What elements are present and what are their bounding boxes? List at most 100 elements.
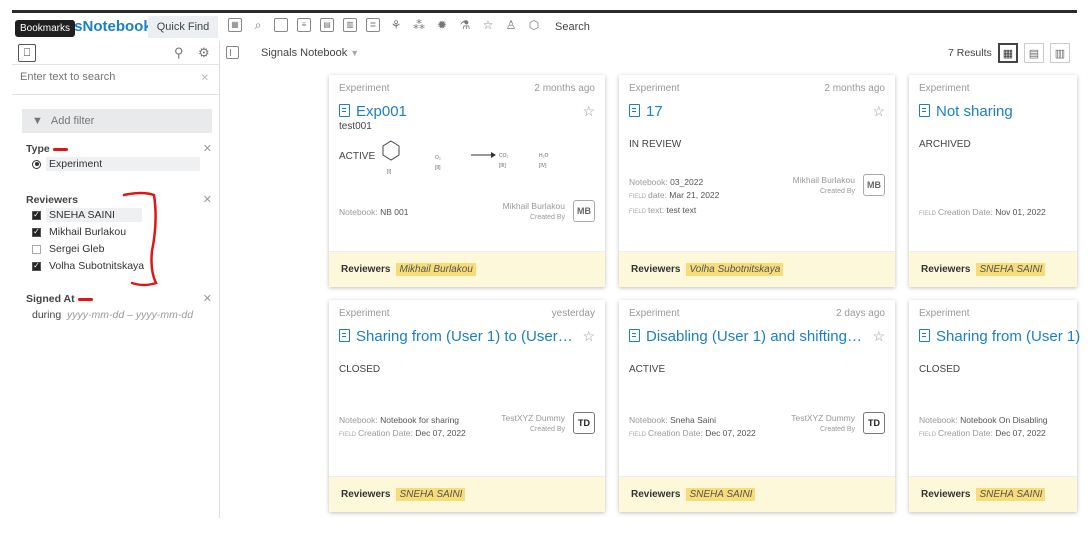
experiment-icon[interactable]: ≡ bbox=[297, 18, 311, 32]
card-title[interactable]: Not sharing bbox=[919, 103, 1091, 120]
checkbox[interactable] bbox=[32, 244, 41, 254]
card-meta: Notebook: NB 001 bbox=[339, 207, 409, 217]
sidebar-search: ✕ bbox=[12, 65, 219, 95]
experiment-card[interactable]: Experiment Not sharing ARCHIVED FIELD Creati… bbox=[909, 75, 1077, 287]
notebook-icon[interactable] bbox=[274, 18, 288, 32]
card-type: Experiment bbox=[629, 83, 680, 94]
clear-signed-at-icon[interactable]: ✕ bbox=[203, 292, 212, 305]
date-range[interactable]: during yyyy-mm-dd – yyyy-mm-dd bbox=[32, 309, 206, 321]
type-option-experiment[interactable]: Experiment bbox=[32, 156, 206, 172]
experiment-card[interactable]: Experiment Sharing from (User 1) CLOSED Not… bbox=[909, 300, 1080, 512]
card-status: ARCHIVED bbox=[919, 139, 971, 150]
notebook-entry-icon bbox=[919, 329, 930, 342]
annotation-mark bbox=[77, 297, 93, 301]
table-icon[interactable]: ▥ bbox=[343, 18, 357, 32]
app-brand[interactable]: lsNotebook bbox=[70, 18, 152, 35]
filter-icon: ▼ bbox=[32, 115, 43, 127]
clear-type-filter-icon[interactable]: ✕ bbox=[203, 142, 212, 155]
add-filter-button[interactable]: ▼ Add filter bbox=[22, 109, 212, 133]
star-icon[interactable]: ☆ bbox=[481, 18, 495, 32]
experiment-card[interactable]: Experiment yesterday Sharing from (User 1)… bbox=[329, 300, 605, 512]
content-header: Signals Notebook ▼ 7 Results ▦ ▤ ▥ bbox=[220, 41, 1077, 65]
quick-find-button[interactable]: Quick Find bbox=[148, 16, 218, 38]
gear-icon[interactable]: ⚙ bbox=[198, 45, 210, 61]
type-filter-title: Type ✕ bbox=[26, 143, 212, 155]
grid-view-button[interactable]: ▦ bbox=[998, 43, 1018, 63]
reviewer-option[interactable]: ✓ Mikhail Burlakou bbox=[32, 224, 206, 240]
card-meta: FIELD Creation Date: Nov 01, 2022 bbox=[919, 207, 1046, 217]
broom-icon[interactable]: ⚲ bbox=[174, 45, 184, 61]
sidebar-header: ⎕ ⚲ ⚙ bbox=[12, 41, 219, 65]
card-modified: 2 months ago bbox=[824, 83, 885, 94]
table-view-button[interactable]: ▥ bbox=[1050, 43, 1070, 63]
avatar[interactable]: MB bbox=[573, 200, 595, 222]
search-link[interactable]: Search bbox=[555, 21, 590, 33]
card-reviewers: Reviewers SNEHA SAINI bbox=[909, 251, 1077, 287]
radio-selected-icon[interactable] bbox=[32, 159, 41, 169]
card-reviewers: Reviewers Mikhail Burlakou bbox=[329, 251, 605, 287]
card-title[interactable]: 17 bbox=[629, 103, 865, 120]
reviewer-badge: SNEHA SAINI bbox=[396, 488, 466, 501]
card-title[interactable]: Sharing from (User 1) bbox=[919, 328, 1091, 345]
checkbox[interactable]: ✓ bbox=[32, 210, 41, 220]
card-reviewers: Reviewers SNEHA SAINI bbox=[329, 476, 605, 512]
reviewer-option[interactable]: ✓ Volha Subotnitskaya bbox=[32, 258, 206, 274]
molecule-icon[interactable]: ⁂ bbox=[412, 18, 426, 32]
calculator-icon[interactable]: ▦ bbox=[228, 18, 242, 32]
reviewer-option[interactable]: Sergei Gleb bbox=[32, 241, 206, 257]
card-title[interactable]: Disabling (User 1) and shifting ownershi… bbox=[629, 328, 865, 345]
star-icon[interactable]: ☆ bbox=[582, 103, 595, 120]
notebook-selector[interactable]: Signals Notebook ▼ bbox=[261, 47, 359, 59]
list-view-button[interactable]: ▤ bbox=[1024, 43, 1044, 63]
settings-icon[interactable]: ✹ bbox=[435, 18, 449, 32]
date-to-input[interactable]: yyyy-mm-dd bbox=[136, 309, 193, 321]
card-status: ACTIVE bbox=[629, 364, 666, 375]
card-type: Experiment bbox=[339, 308, 390, 319]
reviewer-option[interactable]: ✓ SNEHA SAINI bbox=[32, 207, 206, 223]
bookmarks-icon[interactable]: ⎕ bbox=[18, 44, 36, 62]
avatar[interactable]: MB bbox=[863, 174, 885, 196]
card-status: IN REVIEW bbox=[629, 139, 682, 150]
reviewer-badge: SNEHA SAINI bbox=[976, 263, 1046, 276]
experiment-card[interactable]: Experiment 2 months ago 17 ☆ IN REVIEW Notebo… bbox=[619, 75, 895, 287]
checkbox[interactable]: ✓ bbox=[32, 261, 41, 271]
document-icon[interactable]: ≣ bbox=[366, 18, 380, 32]
checkbox[interactable]: ✓ bbox=[32, 227, 41, 237]
toggle-panel-icon[interactable] bbox=[226, 46, 239, 59]
notebook-entry-icon bbox=[629, 329, 640, 342]
avatar[interactable]: TD bbox=[863, 412, 885, 434]
card-title[interactable]: Exp001 bbox=[339, 103, 575, 120]
search-icon[interactable]: ⌕ bbox=[251, 18, 265, 32]
card-modified: 2 days ago bbox=[836, 308, 885, 319]
clear-reviewers-filter-icon[interactable]: ✕ bbox=[203, 193, 212, 206]
reviewer-badge: Volha Subotnitskaya bbox=[686, 263, 784, 276]
signed-at-filter: Signed At ✕ during yyyy-mm-dd – yyyy-mm-d… bbox=[26, 293, 212, 321]
notebook-entry-icon bbox=[339, 104, 350, 117]
card-status: CLOSED bbox=[919, 364, 961, 375]
notebook-entry-icon bbox=[919, 104, 930, 117]
notebook-entry-icon bbox=[339, 329, 350, 342]
star-icon[interactable]: ☆ bbox=[872, 103, 885, 120]
search-input[interactable] bbox=[20, 71, 190, 83]
experiment-card[interactable]: Experiment 2 months ago Exp001 ☆ test001 ACTI… bbox=[329, 75, 605, 287]
flask-icon[interactable]: ⚗ bbox=[458, 18, 472, 32]
grid-icon[interactable]: ▤ bbox=[320, 18, 334, 32]
experiment-card[interactable]: Experiment 2 days ago Disabling (User 1) a… bbox=[619, 300, 895, 512]
users-icon[interactable]: ♙ bbox=[504, 18, 518, 32]
card-meta: Notebook: 03_2022 FIELD date: Mar 21, 2022… bbox=[629, 177, 720, 215]
clear-search-icon[interactable]: ✕ bbox=[201, 73, 209, 84]
cube-icon[interactable]: ⬡ bbox=[527, 18, 541, 32]
date-from-input[interactable]: yyyy-mm-dd bbox=[67, 309, 124, 321]
avatar[interactable]: TD bbox=[573, 412, 595, 434]
card-meta: Notebook: Sneha Saini FIELD Creation Date:… bbox=[629, 415, 756, 438]
card-meta: Notebook: Notebook for sharing FIELD Creat… bbox=[339, 415, 466, 438]
card-modified: 2 months ago bbox=[534, 83, 595, 94]
chem-label: [IV] bbox=[539, 163, 547, 169]
star-icon[interactable]: ☆ bbox=[582, 328, 595, 345]
notebook-entry-icon bbox=[629, 104, 640, 117]
card-title[interactable]: Sharing from (User 1) to (User 2) and sh… bbox=[339, 328, 575, 345]
card-type: Experiment bbox=[629, 308, 680, 319]
reviewers-filter-title: Reviewers ✕ bbox=[26, 194, 212, 206]
star-icon[interactable]: ☆ bbox=[872, 328, 885, 345]
plant-icon[interactable]: ⚘ bbox=[389, 18, 403, 32]
